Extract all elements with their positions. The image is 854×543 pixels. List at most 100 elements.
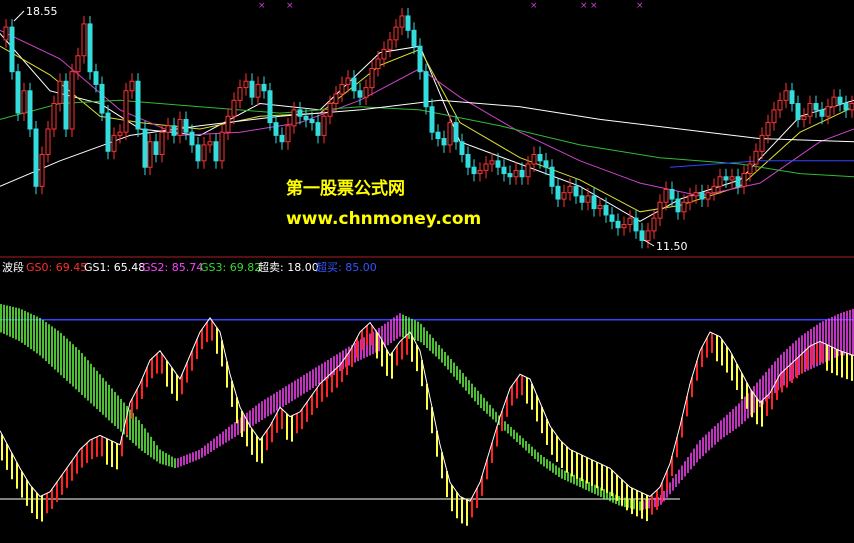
indicator-title: 波段 bbox=[2, 260, 24, 274]
candle-body bbox=[795, 103, 801, 120]
indicator-legend: 波段 GS0: 69.45GS1: 65.48GS2: 85.74GS3: 69… bbox=[2, 260, 377, 274]
candle-body bbox=[51, 103, 57, 130]
candle-body bbox=[663, 189, 669, 203]
candle-body bbox=[315, 122, 321, 136]
candle-body bbox=[543, 160, 549, 168]
candle-body bbox=[153, 141, 159, 155]
candle-body bbox=[591, 195, 597, 210]
candle-body bbox=[711, 185, 717, 194]
candle-body bbox=[585, 195, 591, 203]
candle-body bbox=[729, 176, 735, 181]
candle-body bbox=[735, 176, 741, 187]
candle-body bbox=[99, 83, 105, 114]
candle-body bbox=[441, 138, 447, 146]
candle-body bbox=[231, 99, 237, 117]
candle-body bbox=[171, 125, 177, 136]
candle-body bbox=[567, 185, 573, 194]
candle-body bbox=[507, 173, 513, 178]
candle-body bbox=[657, 201, 663, 219]
candle-body bbox=[3, 26, 9, 41]
top-marker: × bbox=[590, 1, 598, 11]
candle-body bbox=[465, 153, 471, 168]
candle-body bbox=[189, 131, 195, 146]
candle-body bbox=[249, 80, 255, 98]
candle-body bbox=[357, 90, 363, 98]
candle-body bbox=[351, 77, 357, 92]
legend-item: 超卖: 18.00 bbox=[258, 260, 319, 274]
candle-body bbox=[477, 169, 483, 175]
candle-body bbox=[501, 166, 507, 175]
candle-body bbox=[111, 134, 117, 152]
candle-body bbox=[639, 230, 645, 241]
candle-body bbox=[87, 23, 93, 73]
candle-body bbox=[453, 122, 459, 143]
candle-body bbox=[81, 23, 87, 57]
candle-body bbox=[321, 115, 327, 136]
candle-body bbox=[291, 109, 297, 127]
candle-body bbox=[615, 220, 621, 229]
candle-body bbox=[723, 176, 729, 181]
candle-body bbox=[225, 115, 231, 133]
candle-body bbox=[609, 214, 615, 222]
candle-body bbox=[417, 45, 423, 73]
candle-body bbox=[807, 103, 813, 117]
candle-body bbox=[789, 90, 795, 105]
candle-body bbox=[765, 122, 771, 136]
candle-body bbox=[837, 96, 843, 105]
candle-body bbox=[681, 201, 687, 213]
candle-body bbox=[159, 131, 165, 155]
candle-body bbox=[63, 80, 69, 130]
candle-body bbox=[513, 169, 519, 178]
candle-body bbox=[21, 90, 27, 114]
candle-body bbox=[705, 192, 711, 200]
candle-body bbox=[603, 204, 609, 216]
candle-body bbox=[471, 166, 477, 175]
candle-body bbox=[381, 48, 387, 60]
candle-body bbox=[579, 195, 585, 203]
legend-item: GS2: 85.74 bbox=[142, 261, 203, 274]
candle-body bbox=[273, 122, 279, 136]
candle-body bbox=[237, 87, 243, 101]
candle-body bbox=[831, 96, 837, 108]
top-marker: × bbox=[258, 1, 266, 11]
candle-body bbox=[39, 153, 45, 187]
candle-body bbox=[243, 80, 249, 89]
candle-body bbox=[531, 153, 537, 165]
candle-body bbox=[183, 118, 189, 133]
candle-body bbox=[279, 134, 285, 143]
candle-body bbox=[207, 141, 213, 146]
candle-body bbox=[297, 109, 303, 117]
legend-item: 超买: 85.00 bbox=[316, 260, 377, 274]
candle-body bbox=[375, 58, 381, 69]
candle-body bbox=[142, 128, 148, 168]
candle-body bbox=[435, 131, 441, 140]
candle-body bbox=[819, 109, 825, 117]
candle-body bbox=[621, 224, 627, 229]
candle-body bbox=[255, 83, 261, 98]
candle-body bbox=[849, 103, 854, 111]
top-marker: × bbox=[580, 1, 588, 11]
candle-body bbox=[57, 80, 63, 105]
candle-body bbox=[747, 163, 753, 175]
candle-body bbox=[459, 141, 465, 155]
candle-body bbox=[483, 163, 489, 171]
candle-body bbox=[597, 204, 603, 210]
candle-body bbox=[345, 77, 351, 85]
candle-body bbox=[105, 112, 111, 152]
candle-body bbox=[303, 115, 309, 120]
legend-item: GS1: 65.48 bbox=[84, 261, 145, 274]
candle-body bbox=[15, 71, 21, 114]
candle-body bbox=[717, 176, 723, 187]
price-high-label: 18.55 bbox=[26, 5, 58, 18]
candle-body bbox=[333, 93, 339, 105]
candle-body bbox=[645, 230, 651, 241]
candle-body bbox=[561, 192, 567, 200]
candle-body bbox=[93, 71, 99, 85]
candle-body bbox=[573, 185, 579, 197]
candle-body bbox=[753, 150, 759, 165]
candle-body bbox=[801, 115, 807, 120]
candle-body bbox=[741, 173, 747, 187]
candle-body bbox=[687, 195, 693, 203]
top-marker: × bbox=[286, 1, 294, 11]
candle-body bbox=[75, 55, 81, 73]
